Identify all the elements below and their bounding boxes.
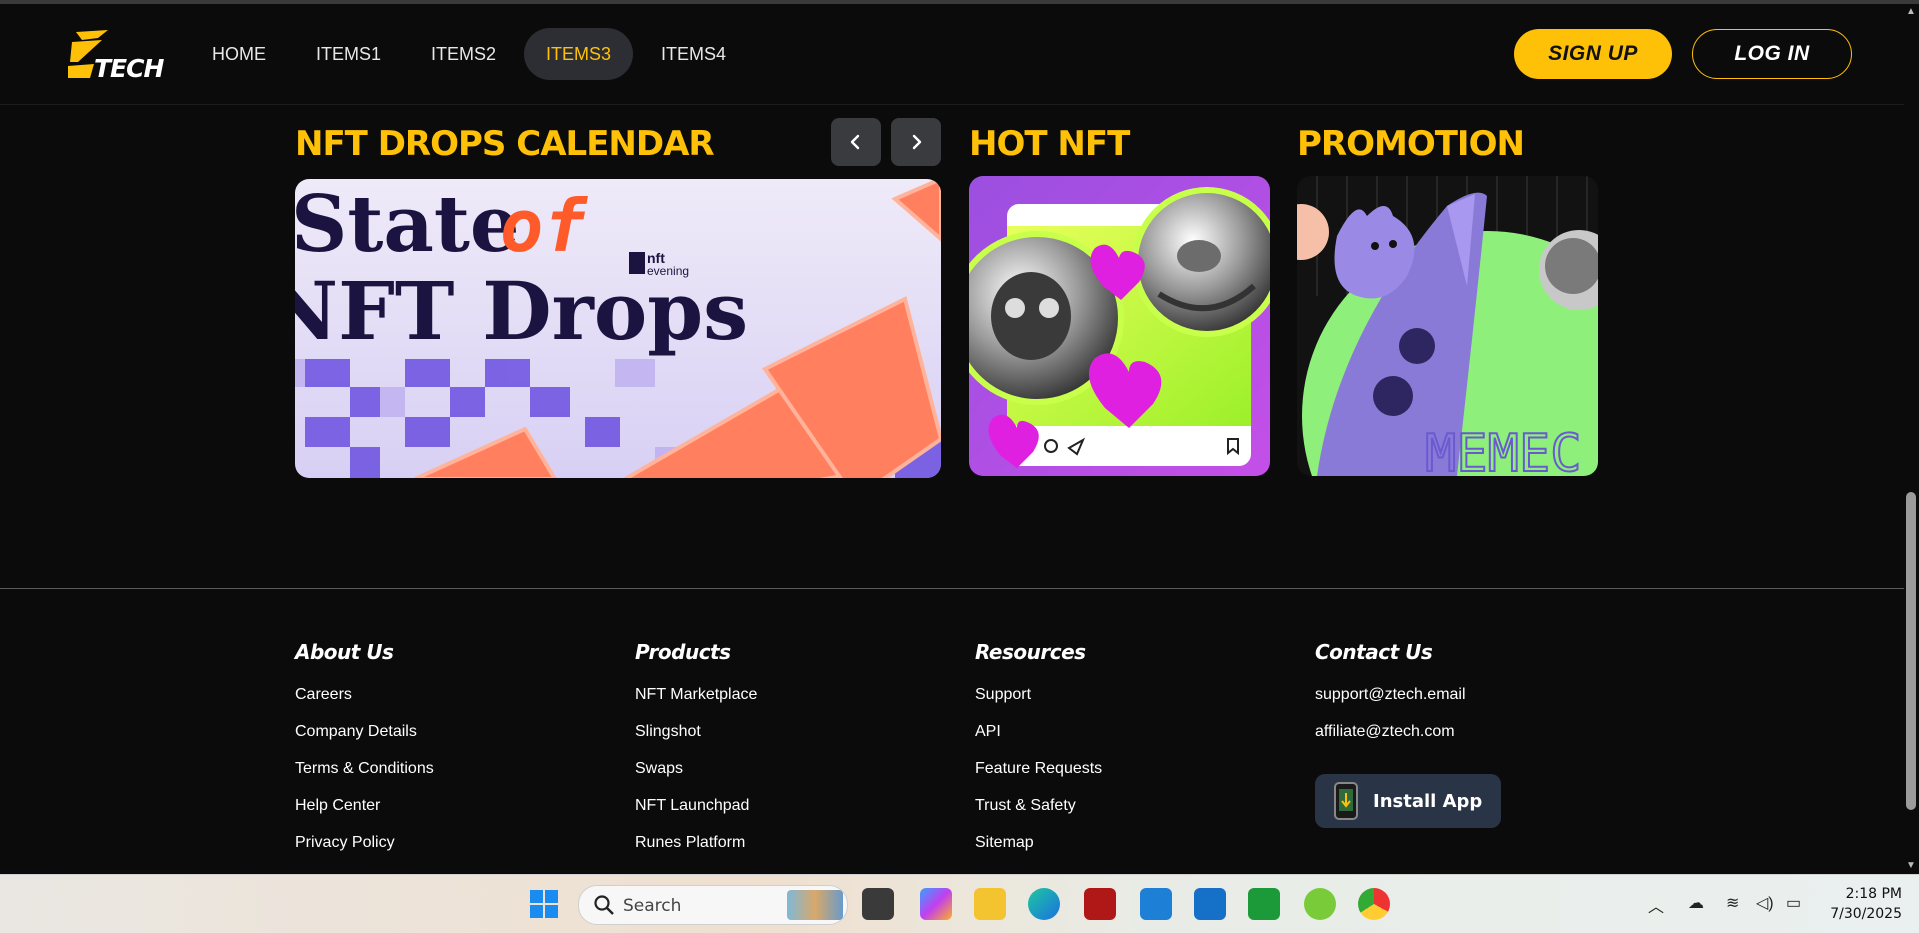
search-icon (594, 895, 614, 915)
sign-up-button[interactable]: SIGN UP (1514, 29, 1672, 79)
footer-link-affiliate-email[interactable]: affiliate@ztech.com (1315, 723, 1501, 760)
nav-home[interactable]: HOME (190, 28, 288, 80)
footer-contact-column: Contact Us support@ztech.email affiliate… (1315, 640, 1501, 828)
edge-browser-icon[interactable] (1028, 888, 1060, 920)
app-ring-icon[interactable] (1304, 888, 1336, 920)
footer-link-support-email[interactable]: support@ztech.email (1315, 686, 1501, 723)
banner-text-nft-drops: NFT Drops (295, 264, 748, 358)
clock-date: 7/30/2025 (1830, 906, 1902, 922)
hot-nft-card[interactable] (969, 176, 1270, 476)
footer-about-column: About Us Careers Company Details Terms &… (295, 640, 434, 871)
calendar-section-title: NFT DROPS CALENDAR (295, 124, 715, 164)
scroll-down-arrow-icon[interactable]: ▼ (1906, 860, 1916, 871)
scroll-up-arrow-icon[interactable]: ▲ (1906, 6, 1916, 17)
volume-icon[interactable]: ◁) (1756, 893, 1774, 913)
footer-link-nft-marketplace[interactable]: NFT Marketplace (635, 686, 757, 723)
file-explorer-icon[interactable] (974, 888, 1006, 920)
nav-links: HOME ITEMS1 ITEMS2 ITEMS3 ITEMS4 (190, 28, 754, 80)
footer-link-terms[interactable]: Terms & Conditions (295, 760, 434, 797)
nft-drops-banner-art: State of nft evening NFT Drops (295, 179, 941, 478)
footer-link-api[interactable]: API (975, 723, 1102, 760)
hot-nft-section-title: HOT NFT (969, 124, 1130, 164)
footer-products-column: Products NFT Marketplace Slingshot Swaps… (635, 640, 757, 871)
install-app-button[interactable]: Install App (1315, 774, 1501, 828)
footer-resources-title: Resources (975, 640, 1086, 664)
top-navigation: TECH HOME ITEMS1 ITEMS2 ITEMS3 ITEMS4 SI… (0, 4, 1904, 105)
promotion-section-title: PROMOTION (1297, 124, 1525, 164)
footer-resources-column: Resources Support API Feature Requests T… (975, 640, 1102, 871)
footer-link-sitemap[interactable]: Sitemap (975, 834, 1102, 871)
microsoft-store-icon[interactable] (1194, 888, 1226, 920)
promotion-art: MEMEC (1297, 176, 1598, 476)
nav-items3[interactable]: ITEMS3 (524, 28, 634, 80)
banner-text-of: of (500, 184, 588, 268)
nft-drops-banner[interactable]: State of nft evening NFT Drops (295, 179, 941, 478)
hot-nft-art (969, 176, 1270, 476)
battery-icon[interactable]: ▭ (1786, 893, 1801, 913)
nav-items4[interactable]: ITEMS4 (639, 28, 748, 80)
chrome-icon[interactable] (1358, 888, 1390, 920)
taskbar-clock[interactable]: 2:18 PM 7/30/2025 (1816, 884, 1902, 924)
footer-link-company-details[interactable]: Company Details (295, 723, 434, 760)
banner-text-state: State (295, 179, 520, 270)
footer-link-privacy-policy[interactable]: Privacy Policy (295, 834, 434, 871)
footer-link-slingshot[interactable]: Slingshot (635, 723, 757, 760)
footer-link-nft-launchpad[interactable]: NFT Launchpad (635, 797, 757, 834)
chevron-right-icon (912, 134, 922, 150)
scrollbar-thumb[interactable] (1906, 492, 1916, 810)
onedrive-icon[interactable]: ☁ (1688, 893, 1704, 913)
footer-about-title: About Us (295, 640, 394, 664)
taskbar-search-box[interactable]: Search (578, 885, 848, 925)
install-app-label: Install App (1373, 790, 1483, 812)
chevron-up-icon[interactable]: ︿ (1648, 893, 1664, 917)
vscode-icon[interactable] (1140, 888, 1172, 920)
windows-taskbar: Search ︿ ☁ ≋ ◁) ▭ 2:18 PM 7/30/2025 (0, 874, 1919, 933)
footer-divider (0, 588, 1904, 589)
copilot-icon[interactable] (920, 888, 952, 920)
search-highlight-image (787, 890, 843, 920)
carousel-next-button[interactable] (891, 118, 941, 166)
game-app-icon[interactable] (1084, 888, 1116, 920)
task-view-icon[interactable] (862, 888, 894, 920)
footer-link-feature-requests[interactable]: Feature Requests (975, 760, 1102, 797)
carousel-prev-button[interactable] (831, 118, 881, 166)
chevron-left-icon (850, 134, 860, 150)
footer-link-help-center[interactable]: Help Center (295, 797, 434, 834)
promotion-card[interactable]: MEMEC (1297, 176, 1598, 476)
logo-wordmark: TECH (94, 54, 164, 83)
footer-link-support[interactable]: Support (975, 686, 1102, 723)
windows-start-icon[interactable] (528, 888, 560, 920)
phone-icon (1334, 782, 1358, 820)
footer-products-title: Products (635, 640, 731, 664)
footer-link-careers[interactable]: Careers (295, 686, 434, 723)
footer-link-runes-platform[interactable]: Runes Platform (635, 834, 757, 871)
nav-items1[interactable]: ITEMS1 (294, 28, 403, 80)
wifi-icon[interactable]: ≋ (1726, 893, 1739, 913)
ztech-logo[interactable]: TECH (66, 28, 166, 84)
xbox-icon[interactable] (1248, 888, 1280, 920)
clock-time: 2:18 PM (1845, 886, 1902, 902)
nav-items2[interactable]: ITEMS2 (409, 28, 518, 80)
footer-link-swaps[interactable]: Swaps (635, 760, 757, 797)
log-in-button[interactable]: LOG IN (1692, 29, 1852, 79)
search-placeholder: Search (623, 896, 682, 916)
promotion-card-text: MEMEC (1425, 424, 1582, 476)
footer-contact-title: Contact Us (1315, 640, 1433, 664)
footer-link-trust-safety[interactable]: Trust & Safety (975, 797, 1102, 834)
